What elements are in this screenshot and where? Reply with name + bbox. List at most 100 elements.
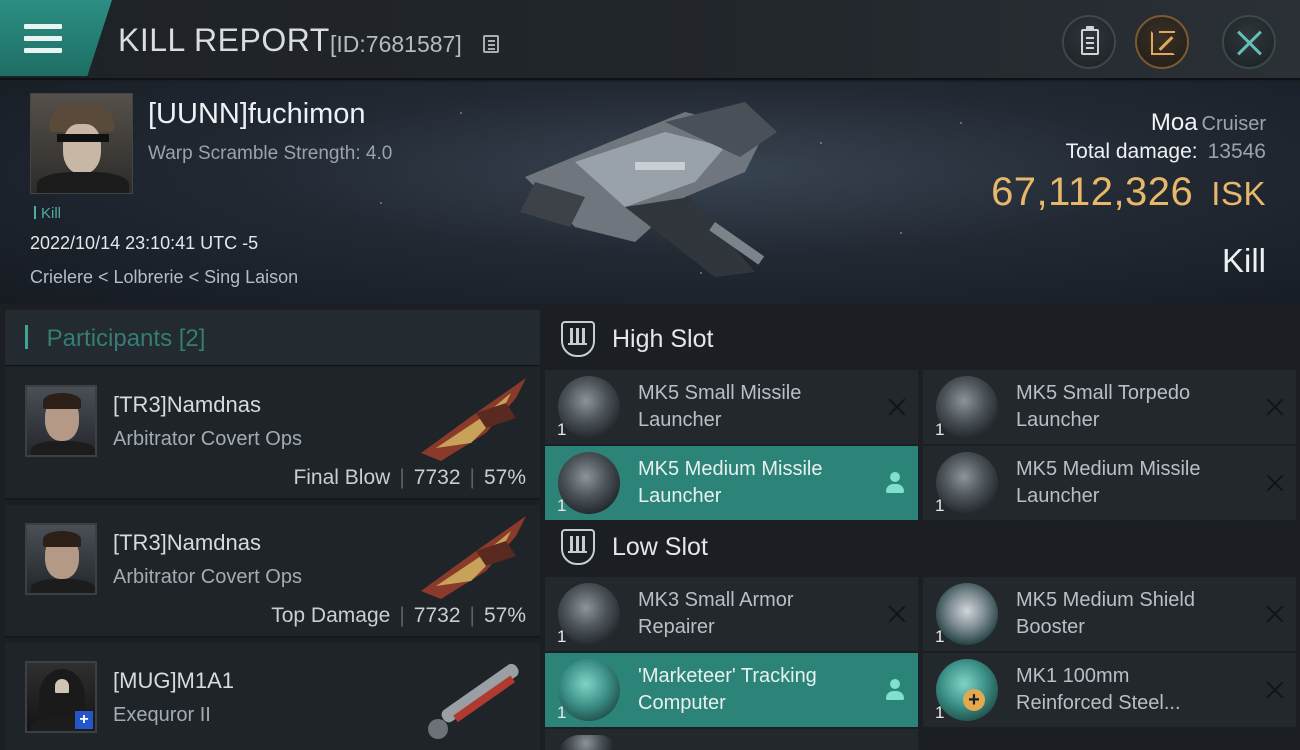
module-name-line2: Launcher: [1016, 485, 1100, 507]
module-quantity: 1: [935, 627, 945, 646]
participant-stats: Top Damage | 7732 | 57%: [271, 604, 526, 627]
participants-count: [2]: [178, 325, 206, 352]
module-name: MK5 Medium Missile Launcher: [638, 456, 878, 510]
participant-row[interactable]: [TR3]Namdnas Arbitrator Covert Ops Final…: [5, 367, 540, 500]
report-id: [ID:7681587]: [330, 31, 462, 57]
close-icon: [1236, 29, 1264, 57]
destroyed-x-icon: [1266, 681, 1284, 699]
victim-name[interactable]: [UUNN]fuchimon: [148, 98, 366, 131]
module-name-line1: MK5 Small Missile: [638, 382, 802, 404]
participant-ship-image[interactable]: [416, 373, 536, 463]
fitting-panel: High Slot 1 MK5 Small Missile Launcher 1…: [545, 310, 1300, 750]
participant-ship-image[interactable]: [416, 511, 536, 601]
participant-role: Top Damage: [271, 604, 391, 627]
dropped-person-icon: [886, 679, 904, 701]
isk-amount: 67,112,326: [991, 170, 1194, 214]
clipboard-icon: [1081, 26, 1099, 55]
plus-icon: +: [963, 689, 985, 711]
plus-badge-icon: +: [75, 711, 93, 729]
module-name-line2: Launcher: [638, 485, 722, 507]
participant-percent: 57%: [483, 604, 526, 627]
participant-damage: 7732: [413, 466, 461, 489]
module-quantity: 1: [557, 703, 567, 722]
module-quantity: 1: [557, 496, 567, 515]
destroyed-x-icon: [1266, 474, 1284, 492]
high-slot-title: High Slot: [612, 325, 714, 353]
module-name-line2: Booster: [1016, 616, 1085, 638]
armor-repairer-icon: [558, 583, 620, 645]
participant-ship: Exequror II: [113, 704, 211, 726]
participant-damage: 7732: [413, 604, 461, 627]
high-slot-icon: [561, 321, 595, 357]
module-slot[interactable]: 1 MK5 Medium Shield Booster: [923, 577, 1296, 651]
module-name-line1: MK1 100mm: [1016, 665, 1130, 687]
module-name: MK3 Small Armor Repairer: [638, 587, 878, 641]
participant-stats: Final Blow | 7732 | 57%: [293, 466, 526, 489]
missile-launcher-icon: [558, 452, 620, 514]
module-name: MK5 Medium Missile Launcher: [1016, 456, 1256, 510]
kill-tag: Kill: [34, 205, 61, 222]
participants-title: Participants [2]: [25, 325, 206, 353]
module-name-line1: MK3 Small Armor: [638, 589, 794, 611]
kill-location[interactable]: Crielere < Lolbrerie < Sing Laison: [30, 267, 298, 288]
participant-ship: Arbitrator Covert Ops: [113, 566, 302, 588]
module-slot[interactable]: 1 MK5 Medium Missile Launcher: [923, 446, 1296, 520]
ship-class: Cruiser: [1201, 113, 1266, 135]
victim-ship-name[interactable]: Moa Cruiser: [1151, 109, 1266, 137]
shield-booster-icon: [936, 583, 998, 645]
module-name-line1: 'Marketeer' Tracking: [638, 665, 817, 687]
low-slot-header: Low Slot: [545, 518, 1300, 578]
module-name-line2: Launcher: [638, 409, 722, 431]
module-slot[interactable]: 1 MK5 Medium Missile Launcher: [545, 446, 918, 520]
close-button[interactable]: [1222, 15, 1276, 69]
module-name-line1: MK5 Medium Shield: [1016, 589, 1195, 611]
high-slot-header: High Slot: [545, 310, 1300, 370]
participant-name[interactable]: [MUG]M1A1: [113, 668, 234, 694]
low-slot-title: Low Slot: [612, 533, 708, 561]
module-name: 'Marketeer' Tracking Computer: [638, 663, 878, 717]
ship-name-text: Moa: [1150, 109, 1198, 136]
participant-ship: Arbitrator Covert Ops: [113, 428, 302, 450]
participants-header: Participants [2]: [5, 310, 540, 366]
menu-button[interactable]: [0, 0, 112, 76]
module-slot[interactable]: 1 MK5 Small Missile Launcher: [545, 370, 918, 444]
warp-scramble-strength: Warp Scramble Strength: 4.0: [148, 143, 393, 164]
participants-label: Participants: [46, 325, 173, 352]
module-slot[interactable]: 1 MK3 Small Armor Repairer: [545, 577, 918, 651]
module-slot[interactable]: 1 'Marketeer' Tracking Computer: [545, 653, 918, 727]
participant-name[interactable]: [TR3]Namdnas: [113, 530, 261, 556]
kill-result: Kill: [1221, 242, 1266, 279]
module-quantity: 1: [557, 627, 567, 646]
page-title: KILL REPORT: [118, 22, 330, 58]
participant-row[interactable]: [TR3]Namdnas Arbitrator Covert Ops Top D…: [5, 505, 540, 638]
hamburger-menu-icon[interactable]: [24, 24, 62, 54]
share-button[interactable]: [1135, 15, 1189, 69]
share-icon: [1151, 31, 1175, 55]
total-damage-value: 13546: [1207, 140, 1266, 163]
participant-portrait[interactable]: [25, 385, 97, 457]
participant-portrait[interactable]: [25, 523, 97, 595]
module-name-line2: Computer: [638, 692, 726, 714]
destroyed-x-icon: [888, 605, 906, 623]
victim-portrait[interactable]: [30, 93, 133, 194]
total-damage-label: Total damage:: [1065, 140, 1198, 163]
isk-unit: ISK: [1211, 175, 1266, 212]
victim-summary: [UUNN]fuchimon Warp Scramble Strength: 4…: [0, 82, 1300, 304]
missile-launcher-icon: [558, 376, 620, 438]
module-slot[interactable]: [545, 729, 918, 750]
module-slot[interactable]: + 1 MK1 100mm Reinforced Steel...: [923, 653, 1296, 727]
module-slot[interactable]: 1 MK5 Small Torpedo Launcher: [923, 370, 1296, 444]
module-name: MK5 Small Torpedo Launcher: [1016, 380, 1256, 434]
copy-icon[interactable]: [483, 35, 499, 53]
participant-ship-image[interactable]: [416, 649, 536, 739]
torpedo-launcher-icon: [936, 376, 998, 438]
clipboard-button[interactable]: [1062, 15, 1116, 69]
module-name: MK1 100mm Reinforced Steel...: [1016, 663, 1256, 717]
participant-portrait[interactable]: +: [25, 661, 97, 733]
destroyed-x-icon: [1266, 398, 1284, 416]
victim-ship-image[interactable]: [515, 102, 785, 282]
isk-value: 67,112,326 ISK: [991, 170, 1266, 215]
participant-row[interactable]: + [MUG]M1A1 Exequror II: [5, 643, 540, 750]
low-slot-icon: [561, 529, 595, 565]
participant-name[interactable]: [TR3]Namdnas: [113, 392, 261, 418]
